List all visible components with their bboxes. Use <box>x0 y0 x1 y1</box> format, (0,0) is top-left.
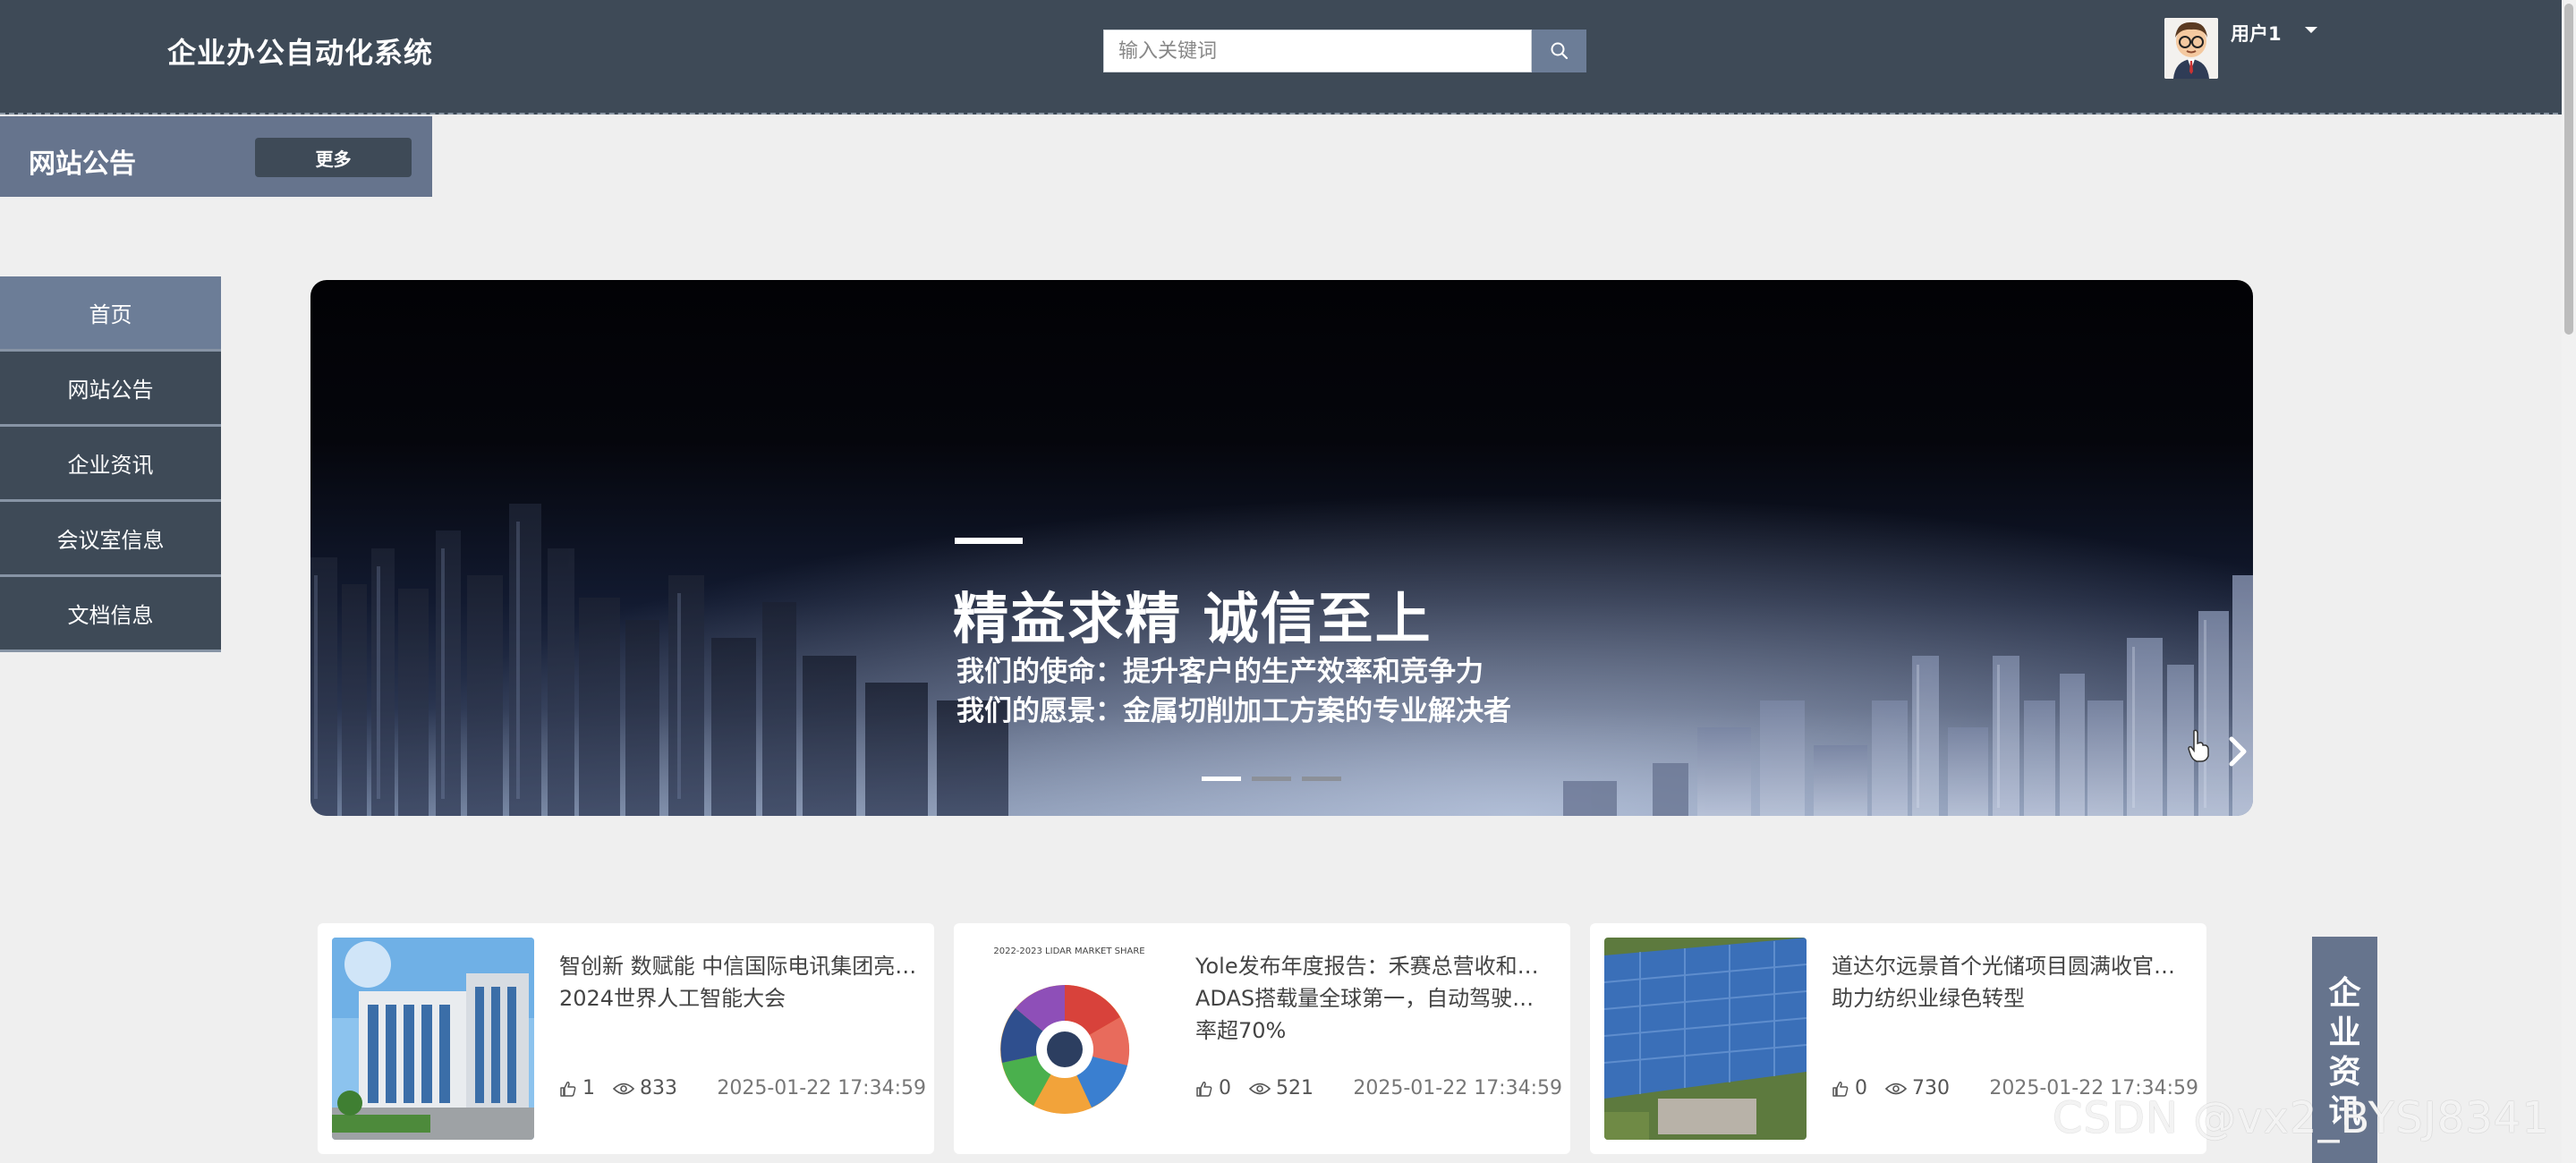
news-thumbnail[interactable] <box>1604 938 1807 1140</box>
section-tab-char: 业 <box>2328 1014 2361 1051</box>
search-input[interactable] <box>1103 30 1532 72</box>
banner-headline: 精益求精 诚信至上 <box>953 586 1433 651</box>
banner-mission: 我们的使命：提升客户的生产效率和竞争力 <box>956 656 1484 688</box>
news-date: 2025-01-22 17:34:59 <box>1353 1077 1562 1099</box>
nav-item-notices[interactable]: 网站公告 <box>0 352 221 427</box>
news-title-line: 智创新 数赋能 中信国际电讯集团亮… <box>559 954 917 979</box>
top-header: 企业办公自动化系统 用户1 <box>0 0 2576 115</box>
news-thumbnail[interactable] <box>332 938 534 1140</box>
page-scrollbar[interactable] <box>2562 0 2576 1163</box>
notice-title: 网站公告 <box>29 149 136 180</box>
news-date: 2025-01-22 17:34:59 <box>717 1077 926 1099</box>
news-title[interactable]: 道达尔远景首个光储项目圆满收官… 助力纺织业绿色转型 <box>1832 950 2189 1014</box>
watermark-text: CSDN @vx2_BYSJ8341 <box>2053 1093 2550 1143</box>
thumbnail-chart-title: 2022-2023 LIDAR MARKET SHARE <box>993 947 1144 956</box>
news-meta: 1 833 2025-01-22 17:34:59 <box>559 1077 926 1099</box>
view-count: 730 <box>1885 1077 1950 1099</box>
view-count-value: 833 <box>640 1077 677 1099</box>
search-icon <box>1551 42 1568 60</box>
nav-item-news[interactable]: 企业资讯 <box>0 427 221 502</box>
search-box <box>1103 30 1586 72</box>
carousel-dot[interactable] <box>1302 777 1341 781</box>
carousel-dot[interactable] <box>1252 777 1291 781</box>
news-card[interactable]: 智创新 数赋能 中信国际电讯集团亮… 2024世界人工智能大会 1 833 20… <box>318 923 934 1154</box>
side-nav: 首页 网站公告 企业资讯 会议室信息 文档信息 <box>0 276 221 652</box>
eye-icon <box>1249 1082 1271 1094</box>
banner-accent-bar <box>955 538 1023 544</box>
news-title-line: ADAS搭载量全球第一，自动驾驶市占 <box>1195 986 1553 1011</box>
news-meta: 0 521 2025-01-22 17:34:59 <box>1195 1077 1562 1099</box>
news-title-line: 道达尔远景首个光储项目圆满收官… <box>1832 954 2175 979</box>
user-avatar[interactable] <box>2164 18 2218 79</box>
search-button[interactable] <box>1532 30 1586 72</box>
like-count-value: 1 <box>582 1077 595 1099</box>
section-tab-char: 企 <box>2328 975 2361 1012</box>
hand-cursor-icon <box>2188 729 2209 762</box>
news-title[interactable]: 智创新 数赋能 中信国际电讯集团亮… 2024世界人工智能大会 <box>559 950 917 1014</box>
scrollbar-thumb[interactable] <box>2564 4 2573 335</box>
view-count-value: 521 <box>1276 1077 1314 1099</box>
news-thumbnail[interactable]: 2022-2023 LIDAR MARKET SHARE <box>968 938 1170 1140</box>
news-title-line: 2024世界人工智能大会 <box>559 986 786 1011</box>
view-count-value: 730 <box>1912 1077 1950 1099</box>
thumbs-up-icon <box>1196 1081 1212 1097</box>
view-count: 521 <box>1249 1077 1314 1099</box>
notice-bar: 网站公告 更多 <box>0 116 432 197</box>
nav-item-home[interactable]: 首页 <box>0 276 221 352</box>
news-title[interactable]: Yole发布年度报告：禾赛总营收和… ADAS搭载量全球第一，自动驾驶市占 率超… <box>1195 950 1553 1047</box>
section-tab-char: 资 <box>2328 1054 2361 1091</box>
like-count[interactable]: 0 <box>1195 1077 1231 1099</box>
like-count-value: 0 <box>1219 1077 1231 1099</box>
news-title-line: Yole发布年度报告：禾赛总营收和… <box>1195 954 1539 979</box>
news-card[interactable]: 2022-2023 LIDAR MARKET SHARE Yole发布年度报告：… <box>954 923 1570 1154</box>
eye-icon <box>1885 1082 1907 1094</box>
city-skyline-image <box>310 280 2253 816</box>
chevron-down-icon[interactable] <box>2305 27 2317 33</box>
thumbs-up-icon <box>560 1081 576 1097</box>
banner-vision: 我们的愿景：金属切削加工方案的专业解决者 <box>956 695 1511 727</box>
app-title: 企业办公自动化系统 <box>167 36 434 70</box>
news-title-line: 助力纺织业绿色转型 <box>1832 986 2025 1011</box>
carousel-indicators <box>1202 777 1341 781</box>
chevron-right-icon[interactable] <box>2225 734 2250 769</box>
thumbs-up-icon <box>1832 1081 1849 1097</box>
like-count-value: 0 <box>1855 1077 1867 1099</box>
news-title-line: 率超70% <box>1195 1018 1287 1043</box>
more-button[interactable]: 更多 <box>255 138 412 177</box>
nav-item-meeting-rooms[interactable]: 会议室信息 <box>0 502 221 577</box>
banner-carousel[interactable]: 精益求精 诚信至上 我们的使命：提升客户的生产效率和竞争力 我们的愿景：金属切削… <box>310 280 2253 816</box>
carousel-dot[interactable] <box>1202 777 1241 781</box>
like-count[interactable]: 0 <box>1832 1077 1867 1099</box>
like-count[interactable]: 1 <box>559 1077 595 1099</box>
view-count: 833 <box>613 1077 677 1099</box>
nav-item-documents[interactable]: 文档信息 <box>0 577 221 652</box>
user-name[interactable]: 用户1 <box>2231 20 2282 47</box>
eye-icon <box>613 1082 634 1094</box>
